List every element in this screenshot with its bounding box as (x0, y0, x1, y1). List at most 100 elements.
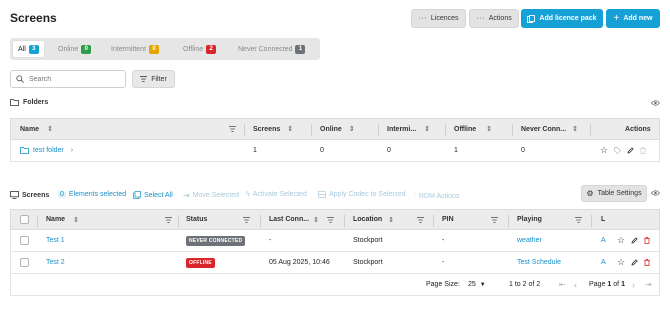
folder-name-cell[interactable]: test folder › (20, 140, 73, 161)
playing-link[interactable]: Test Schedule (517, 252, 561, 273)
pin-cell: - (442, 259, 445, 266)
tab-label: Online (58, 45, 79, 53)
sort-icon: ⇕ (572, 126, 578, 133)
rdm-actions-button[interactable]: ⫶ RDM Actions (414, 191, 459, 201)
table-row[interactable]: test folder › 1 0 0 1 0 ☆ (10, 140, 660, 162)
add-new-label: Add new (623, 15, 653, 22)
prev-page-icon[interactable]: ‹ (574, 274, 577, 295)
trash-icon[interactable] (644, 259, 650, 266)
selection-status: 0 Elements selected (58, 191, 126, 198)
table-settings-label: Table Settings (597, 190, 642, 197)
tab-online[interactable]: Online 0 (53, 41, 96, 57)
screen-name-link[interactable]: Test 2 (46, 252, 65, 273)
l-cell: A (601, 259, 606, 266)
sort-icon: ⇕ (47, 126, 53, 133)
actions-button[interactable]: ··· Actions (469, 9, 519, 28)
row-checkbox[interactable] (20, 230, 29, 251)
eye-icon[interactable] (651, 190, 660, 196)
tab-never-connected[interactable]: Never Connected 1 (233, 41, 310, 57)
page-title: Screens (10, 11, 57, 25)
column-header-online[interactable]: Online ⇕ (320, 119, 355, 139)
trash-icon[interactable] (640, 147, 646, 154)
tab-all[interactable]: All 3 (13, 41, 44, 57)
folder-actions: ☆ (600, 140, 646, 161)
search-icon (16, 75, 24, 83)
move-icon: ⇥ (183, 191, 190, 200)
column-header-name[interactable]: Name ⇕ (46, 210, 79, 229)
edit-icon[interactable] (631, 259, 638, 266)
last-page-icon[interactable]: ⇥ (645, 274, 652, 295)
playing-link[interactable]: weather (517, 230, 542, 251)
count-badge: 2 (206, 44, 217, 54)
folders-table: Name ⇕ Screens ⇕ Online ⇕ Intermi... ⇕ Offli… (10, 118, 660, 162)
licence-pack-icon (527, 14, 536, 23)
column-menu-icon[interactable] (243, 217, 250, 223)
monitor-icon (10, 191, 19, 199)
eye-icon[interactable] (651, 100, 660, 106)
column-header-screens[interactable]: Screens ⇕ (253, 119, 293, 139)
move-selected-button[interactable]: ⇥ Move Selected (183, 191, 239, 200)
status-badge: OFFLINE (186, 257, 215, 268)
column-header-last-connected[interactable]: Last Conn... ⇕ (269, 210, 319, 229)
page-size-select[interactable]: 25 ▼ (468, 274, 486, 295)
rdm-actions-label: RDM Actions (419, 192, 460, 200)
star-icon[interactable]: ☆ (600, 145, 608, 156)
select-all-icon (133, 191, 141, 199)
column-menu-icon[interactable] (575, 217, 582, 223)
column-header-status[interactable]: Status (186, 210, 207, 229)
table-row[interactable]: Test 1 NEVER CONNECTED - Stockport - wea… (10, 230, 660, 252)
filter-button[interactable]: Filter (132, 70, 175, 88)
count-badge: 1 (295, 44, 306, 54)
column-menu-icon[interactable] (327, 217, 334, 223)
add-new-button[interactable]: + Add new (606, 9, 660, 28)
count-badge: 3 (28, 44, 39, 54)
column-header-offline[interactable]: Offline ⇕ (454, 119, 492, 139)
next-page-icon[interactable]: › (632, 274, 635, 295)
column-menu-icon[interactable] (229, 126, 236, 132)
star-icon[interactable]: ☆ (617, 257, 625, 268)
column-menu-icon[interactable] (417, 217, 424, 223)
trash-icon[interactable] (644, 237, 650, 244)
last-connected-cell: 05 Aug 2025, 10:46 (269, 259, 330, 266)
tag-icon[interactable] (614, 147, 622, 154)
status-cell: OFFLINE (186, 252, 215, 273)
actions-label: Actions (488, 15, 512, 22)
row-checkbox[interactable] (20, 252, 29, 273)
column-header-actions: Actions (625, 125, 651, 133)
star-icon[interactable]: ☆ (617, 235, 625, 246)
location-cell: Stockport (353, 259, 383, 266)
folders-title: Folders (23, 99, 49, 106)
folders-header-row: Name ⇕ Screens ⇕ Online ⇕ Intermi... ⇕ Offli… (10, 118, 660, 140)
table-row[interactable]: Test 2 OFFLINE 05 Aug 2025, 10:46 Stockp… (10, 252, 660, 274)
row-actions: ☆ (615, 252, 651, 273)
column-header-l[interactable]: L (601, 210, 605, 229)
page-range: 1 to 2 of 2 (509, 281, 541, 288)
add-licence-pack-button[interactable]: Add licence pack (521, 9, 603, 28)
column-menu-icon[interactable] (165, 217, 172, 223)
column-header-playing[interactable]: Playing (517, 210, 542, 229)
column-header-pin[interactable]: PIN (442, 210, 454, 229)
column-menu-icon[interactable] (491, 217, 498, 223)
column-header-name[interactable]: Name ⇕ (20, 119, 53, 139)
tab-offline[interactable]: Offline 2 (178, 41, 221, 57)
table-settings-button[interactable]: ⚙ Table Settings (581, 185, 647, 202)
activate-selected-label: Activate Selected (252, 191, 307, 198)
apply-codec-button[interactable]: Apply Codec to Selected (318, 191, 406, 198)
select-all-button[interactable]: Select All (133, 191, 173, 199)
screen-name-link[interactable]: Test 1 (46, 230, 65, 251)
edit-icon[interactable] (631, 237, 638, 244)
select-all-checkbox[interactable] (20, 210, 29, 229)
folder-name-link[interactable]: test folder (33, 147, 64, 154)
edit-icon[interactable] (627, 147, 634, 154)
licences-button[interactable]: ··· Licences (411, 9, 466, 28)
online-count: 0 (320, 147, 324, 154)
column-header-location[interactable]: Location ⇕ (353, 210, 394, 229)
screens-header-row: Name ⇕ Status Last Conn... ⇕ Location ⇕ PIN… (10, 209, 660, 230)
first-page-icon[interactable]: ⇤ (559, 274, 566, 295)
activate-selected-button[interactable]: ϟ Activate Selected (246, 191, 307, 198)
column-header-never-connected[interactable]: Never Conn... ⇕ (521, 119, 578, 139)
search-input[interactable] (29, 75, 114, 83)
column-header-intermittent[interactable]: Intermi... ⇕ (387, 119, 430, 139)
search-box[interactable] (10, 70, 126, 88)
tab-intermittent[interactable]: Intermittent 0 (106, 41, 164, 57)
